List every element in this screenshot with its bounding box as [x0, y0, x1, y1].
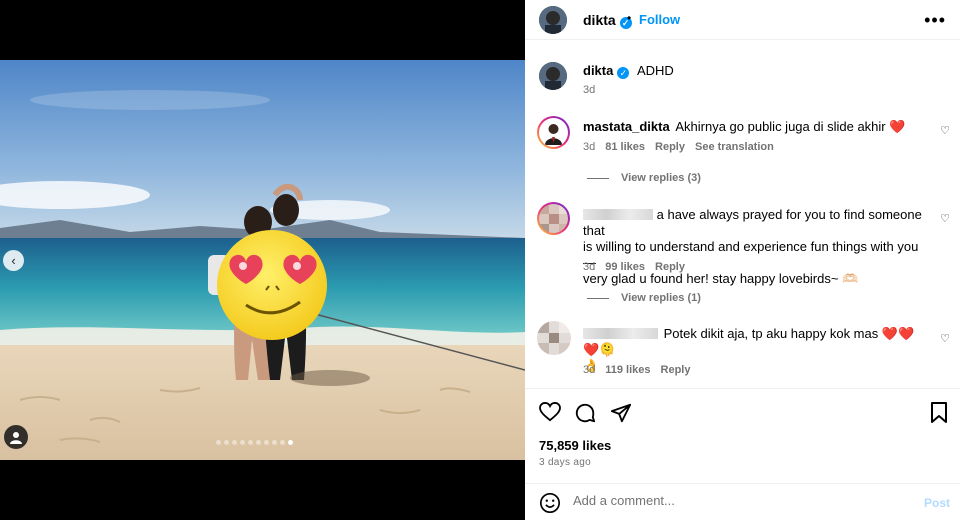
blurred-username[interactable] [583, 328, 658, 339]
post-button[interactable]: Post [924, 496, 950, 510]
comment-meta: 3d 119 likes Reply [583, 364, 691, 376]
comment-time[interactable]: 3d [583, 141, 595, 153]
more-horizontal-icon[interactable]: ••• [924, 10, 946, 31]
heart-icon[interactable] [539, 401, 561, 427]
post-header: dikta ✓ • Follow ••• [525, 0, 960, 40]
comment-likes[interactable]: 119 likes [605, 364, 650, 376]
emoji-icon[interactable] [539, 492, 561, 519]
carousel-dot [280, 440, 285, 445]
heart-icon[interactable]: ♡ [940, 124, 950, 137]
carousel-dot [240, 440, 245, 445]
comment-text: a have always prayed for you to find som… [583, 207, 928, 287]
post-photo[interactable] [0, 60, 525, 460]
view-replies-label: View replies (1) [621, 292, 701, 304]
follow-button[interactable]: Follow [639, 12, 680, 27]
comment-username[interactable]: mastata_dikta [583, 119, 670, 134]
user-tag-icon[interactable] [4, 425, 28, 449]
caption-avatar[interactable] [539, 62, 567, 90]
reply-button[interactable]: Reply [655, 261, 685, 273]
carousel-dot [224, 440, 229, 445]
action-bar: 75,859 likes 3 days ago [525, 388, 960, 483]
chevron-left-icon[interactable]: ‹ [3, 250, 24, 271]
see-translation-button[interactable]: See translation [695, 141, 774, 153]
comment-text: mastata_dikta Akhirnya go public juga di… [583, 119, 905, 135]
bookmark-icon[interactable] [930, 402, 948, 429]
divider-line [587, 177, 609, 179]
carousel-dot [232, 440, 237, 445]
caption-meta: 3d [583, 84, 595, 96]
view-replies-button[interactable]: View replies (3) [587, 172, 701, 184]
view-replies-label: View replies (3) [621, 172, 701, 184]
comment-likes[interactable]: 81 likes [605, 141, 645, 153]
comments-list: dikta ✓ ADHD 3d mastata_dikta Akhirnya go… [525, 48, 960, 388]
carousel-dot [256, 440, 261, 445]
view-replies-button[interactable]: View replies (1) [587, 292, 701, 304]
post-date[interactable]: 3 days ago [539, 457, 591, 468]
carousel-dot [264, 440, 269, 445]
comment-avatar-ring[interactable] [537, 202, 570, 235]
comment-icon[interactable] [574, 402, 596, 429]
separator-dot: • [627, 11, 632, 25]
heart-icon[interactable]: ♡ [940, 332, 950, 345]
carousel-dot [288, 440, 293, 445]
send-icon[interactable] [610, 402, 632, 429]
carousel-dot [248, 440, 253, 445]
comment-body-line: very glad u found her! stay happy lovebi… [583, 271, 859, 286]
caption: dikta ✓ ADHD [583, 63, 674, 79]
caption-time[interactable]: 3d [583, 84, 595, 96]
comment-composer: Post [525, 483, 960, 520]
carousel-dot [272, 440, 277, 445]
comment-meta: 3d 81 likes Reply See translation [583, 141, 774, 153]
instagram-post-modal: ‹ dikta ✓ • Follow ••• dikta ✓ ADHD 3d m… [0, 0, 960, 520]
verified-badge-icon: ✓ [617, 67, 630, 79]
reply-button[interactable]: Reply [655, 141, 685, 153]
comment-avatar[interactable] [537, 321, 571, 355]
comment-avatar-ring[interactable] [537, 116, 570, 149]
caption-username[interactable]: dikta [583, 63, 613, 78]
divider-line [587, 297, 609, 299]
comment-body: Akhirnya go public juga di slide akhir ❤… [675, 119, 906, 134]
comment-meta: 3d 99 likes Reply [583, 261, 685, 273]
caption-text: ADHD [636, 63, 674, 78]
header-username-wrap[interactable]: dikta ✓ [583, 12, 632, 29]
likes-count[interactable]: 75,859 likes [539, 438, 611, 453]
comment-time[interactable]: 3d [583, 261, 595, 273]
header-username[interactable]: dikta [583, 12, 616, 28]
blurred-username[interactable] [583, 209, 653, 220]
reply-button[interactable]: Reply [661, 364, 691, 376]
carousel-dot [216, 440, 221, 445]
avatar[interactable] [539, 6, 567, 34]
comment-likes[interactable]: 99 likes [605, 261, 645, 273]
post-panel: dikta ✓ • Follow ••• dikta ✓ ADHD 3d mas… [525, 0, 960, 520]
face-sticker [217, 230, 327, 340]
heart-icon[interactable]: ♡ [940, 212, 950, 225]
comment-time[interactable]: 3d [583, 364, 595, 376]
carousel-indicator [216, 440, 293, 445]
comment-input[interactable] [573, 493, 903, 508]
post-media: ‹ [0, 0, 525, 520]
